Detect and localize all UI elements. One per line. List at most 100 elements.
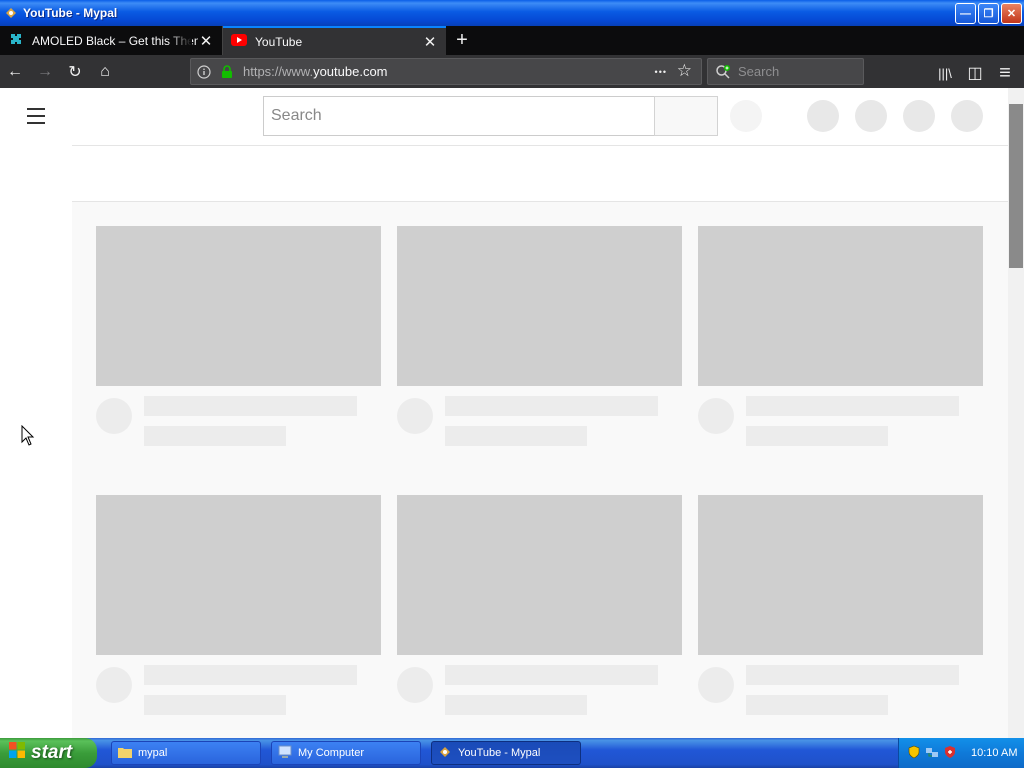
hamburger-menu-icon: ≡ — [999, 61, 1011, 84]
taskbar-item-label: My Computer — [298, 747, 365, 759]
url-prefix: https://www. — [243, 64, 314, 79]
thumbnail-placeholder[interactable] — [397, 495, 682, 655]
back-button[interactable]: ← — [0, 57, 30, 87]
forward-arrow-icon: → — [37, 62, 53, 80]
taskbar-item-label: YouTube - Mypal — [458, 747, 541, 759]
mypal-icon — [438, 745, 452, 762]
guide-sidebar — [0, 145, 72, 738]
thumbnail-placeholder[interactable] — [96, 495, 381, 655]
back-arrow-icon: ← — [7, 62, 23, 80]
bookmark-star-icon[interactable]: ☆ — [677, 61, 692, 81]
taskbar: start mypal My Computer YouTube - Mypal … — [0, 738, 1024, 768]
reload-icon: ↻ — [68, 63, 82, 81]
browser-search-bar[interactable] — [707, 58, 864, 85]
meta-placeholder — [445, 695, 587, 715]
window-titlebar[interactable]: YouTube - Mypal — ❐ ✕ — [0, 0, 1024, 26]
restore-button[interactable]: ❐ — [978, 3, 999, 24]
channel-avatar-placeholder — [96, 667, 132, 703]
navigation-toolbar: ← → ↻ ⌂ https://www.youtube.com ••• ☆ ||… — [0, 55, 1024, 88]
close-icon: ✕ — [1006, 8, 1017, 20]
sidebar-icon: ◫ — [967, 65, 983, 82]
security-shield-icon[interactable] — [907, 745, 921, 762]
browser-search-input[interactable] — [738, 64, 848, 79]
windows-logo-icon — [8, 741, 26, 765]
title-placeholder — [746, 396, 959, 416]
title-placeholder — [144, 396, 357, 416]
header-icon-placeholder[interactable] — [903, 100, 935, 132]
title-placeholder — [144, 665, 357, 685]
header-icon-placeholder[interactable] — [807, 100, 839, 132]
system-tray: 10:10 AM — [898, 738, 1024, 768]
meta-placeholder — [445, 426, 587, 446]
puzzle-icon — [8, 31, 24, 50]
computer-icon — [278, 745, 292, 762]
title-placeholder — [445, 665, 658, 685]
new-tab-button[interactable]: + — [446, 26, 478, 55]
video-card-skeleton[interactable] — [397, 226, 682, 446]
clock[interactable]: 10:10 AM — [971, 747, 1017, 759]
meta-placeholder — [746, 695, 888, 715]
library-button[interactable]: |||\ — [930, 58, 960, 88]
home-button[interactable]: ⌂ — [90, 57, 120, 87]
title-placeholder — [746, 665, 959, 685]
meta-placeholder — [144, 695, 286, 715]
reload-button[interactable]: ↻ — [60, 57, 90, 87]
channel-avatar-placeholder — [397, 667, 433, 703]
channel-avatar-placeholder — [698, 667, 734, 703]
youtube-search-button[interactable] — [654, 96, 718, 136]
lock-icon — [217, 64, 237, 79]
forward-button[interactable]: → — [30, 57, 60, 87]
close-window-button[interactable]: ✕ — [1001, 3, 1022, 24]
video-card-skeleton[interactable] — [96, 495, 381, 715]
start-button[interactable]: start — [0, 738, 97, 768]
video-card-skeleton[interactable] — [96, 226, 381, 446]
mouse-cursor-icon — [21, 425, 35, 446]
taskbar-item-my-computer[interactable]: My Computer — [271, 741, 421, 765]
taskbar-item-label: mypal — [138, 747, 168, 759]
scrollbar-thumb[interactable] — [1009, 104, 1023, 268]
video-card-skeleton[interactable] — [397, 495, 682, 715]
channel-avatar-placeholder — [397, 398, 433, 434]
video-card-skeleton[interactable] — [698, 226, 983, 446]
thumbnail-placeholder[interactable] — [698, 495, 983, 655]
guide-menu-icon[interactable] — [24, 104, 48, 128]
tab-youtube[interactable]: YouTube ✕ — [223, 26, 446, 55]
tab-strip: AMOLED Black – Get this Theme f ✕ YouTub… — [0, 26, 1024, 55]
thumbnail-placeholder[interactable] — [397, 226, 682, 386]
network-icon[interactable] — [925, 745, 939, 762]
youtube-search-input[interactable] — [263, 96, 655, 136]
youtube-header — [0, 88, 1008, 145]
home-icon: ⌂ — [100, 62, 110, 80]
library-icon: |||\ — [938, 65, 952, 81]
start-label: start — [31, 742, 73, 763]
thumbnail-placeholder[interactable] — [698, 226, 983, 386]
minimize-button[interactable]: — — [955, 3, 976, 24]
taskbar-item-mypal-folder[interactable]: mypal — [111, 741, 261, 765]
tab-amoled-theme[interactable]: AMOLED Black – Get this Theme f ✕ — [0, 26, 223, 55]
minimize-icon: — — [960, 7, 971, 20]
avatar-placeholder[interactable] — [951, 100, 983, 132]
antivirus-shield-icon[interactable] — [943, 745, 957, 762]
taskbar-item-youtube-mypal[interactable]: YouTube - Mypal — [431, 741, 581, 765]
meta-placeholder — [144, 426, 286, 446]
tab-close-icon[interactable]: ✕ — [422, 33, 438, 51]
youtube-icon — [231, 34, 247, 49]
sidebar-toggle-button[interactable]: ◫ — [960, 58, 990, 88]
plus-icon: + — [456, 29, 468, 51]
tab-close-icon[interactable]: ✕ — [198, 32, 214, 50]
video-card-skeleton[interactable] — [698, 495, 983, 715]
chip-bar — [72, 145, 1008, 202]
header-icon-placeholder[interactable] — [855, 100, 887, 132]
open-menu-button[interactable]: ≡ — [990, 58, 1020, 88]
thumbnail-placeholder[interactable] — [96, 226, 381, 386]
mypal-app-icon — [3, 5, 19, 21]
search-engine-icon[interactable] — [708, 64, 738, 80]
site-info-icon[interactable] — [191, 64, 217, 79]
window-title: YouTube - Mypal — [23, 6, 118, 20]
tab-label: YouTube — [255, 34, 303, 49]
voice-search-placeholder[interactable] — [730, 100, 762, 132]
url-bar[interactable]: https://www.youtube.com ••• ☆ — [190, 58, 702, 85]
url-host: youtube.com — [313, 64, 388, 79]
page-actions-icon[interactable]: ••• — [655, 67, 667, 77]
meta-placeholder — [746, 426, 888, 446]
